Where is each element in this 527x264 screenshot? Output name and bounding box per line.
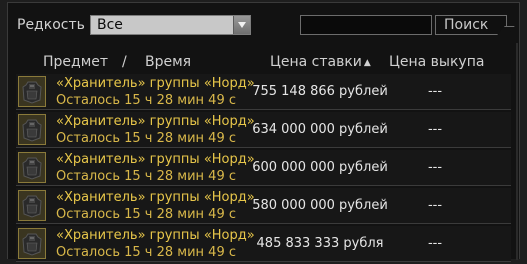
- column-header-separator: /: [122, 54, 127, 70]
- lot-row[interactable]: «Хранитель» группы «Норд» Осталось 15 ч …: [16, 226, 511, 262]
- column-header-item[interactable]: Предмет: [43, 54, 108, 70]
- time-left: Осталось 15 ч 28 мин 49 с: [56, 245, 236, 260]
- item-name: «Хранитель» группы «Норд»: [56, 114, 255, 129]
- auction-panel: Редкость Все Поиск Предмет / Время Цена …: [7, 2, 520, 262]
- search-button[interactable]: Поиск: [435, 15, 515, 35]
- rarity-select[interactable]: Все: [90, 15, 251, 35]
- time-left: Осталось 15 ч 28 мин 49 с: [56, 169, 236, 184]
- bid-price: 580 000 000 рублей: [252, 198, 388, 213]
- bid-price: 634 000 000 рублей: [252, 122, 388, 137]
- rarity-selected-value: Все: [97, 17, 123, 33]
- column-header-bid-label: Цена ставки: [270, 54, 362, 70]
- time-left: Осталось 15 ч 28 мин 49 с: [56, 131, 236, 146]
- button-corner-decoration: [497, 26, 515, 35]
- bid-price: 485 833 333 рубля: [256, 236, 384, 251]
- bid-price: 755 148 866 рублей: [252, 84, 388, 99]
- column-header-time[interactable]: Время: [145, 54, 191, 70]
- armor-icon: [22, 195, 42, 218]
- armor-icon: [22, 119, 42, 142]
- item-name: «Хранитель» группы «Норд»: [56, 76, 255, 91]
- column-headers: Предмет / Время Цена ставки ▲ Цена выкупа: [8, 51, 519, 73]
- item-name: «Хранитель» группы «Норд»: [56, 152, 255, 167]
- lot-row[interactable]: «Хранитель» группы «Норд» Осталось 15 ч …: [16, 112, 511, 148]
- rarity-label: Редкость: [17, 17, 85, 33]
- item-thumbnail[interactable]: [18, 152, 46, 183]
- item-name: «Хранитель» группы «Норд»: [56, 190, 255, 205]
- item-thumbnail[interactable]: [18, 190, 46, 221]
- time-left: Осталось 15 ч 28 мин 49 с: [56, 93, 236, 108]
- buyout-price: ---: [427, 236, 443, 251]
- item-name: «Хранитель» группы «Норд»: [56, 228, 255, 243]
- item-thumbnail[interactable]: [18, 76, 46, 107]
- buyout-price: ---: [427, 198, 443, 213]
- buyout-price: ---: [427, 84, 443, 99]
- item-thumbnail[interactable]: [18, 114, 46, 145]
- column-header-buyout[interactable]: Цена выкупа: [389, 54, 484, 70]
- time-left: Осталось 15 ч 28 мин 49 с: [56, 207, 236, 222]
- scrollbar[interactable]: [516, 43, 518, 260]
- filter-bar: Редкость Все Поиск: [8, 3, 519, 39]
- armor-icon: [22, 157, 42, 180]
- chevron-down-icon[interactable]: [233, 16, 250, 34]
- buyout-price: ---: [427, 122, 443, 137]
- armor-icon: [22, 233, 42, 256]
- search-button-label: Поиск: [444, 17, 489, 33]
- column-header-bid[interactable]: Цена ставки ▲: [270, 54, 371, 70]
- lot-row[interactable]: «Хранитель» группы «Норд» Осталось 15 ч …: [16, 188, 511, 224]
- bid-price: 600 000 000 рублей: [252, 160, 388, 175]
- item-thumbnail[interactable]: [18, 228, 46, 259]
- lot-row[interactable]: «Хранитель» группы «Норд» Осталось 15 ч …: [16, 150, 511, 186]
- search-input[interactable]: [300, 15, 432, 35]
- buyout-price: ---: [427, 160, 443, 175]
- armor-icon: [22, 81, 42, 104]
- sort-ascending-icon: ▲: [363, 58, 371, 68]
- lot-list: «Хранитель» группы «Норд» Осталось 15 ч …: [16, 74, 511, 264]
- lot-row[interactable]: «Хранитель» группы «Норд» Осталось 15 ч …: [16, 74, 511, 110]
